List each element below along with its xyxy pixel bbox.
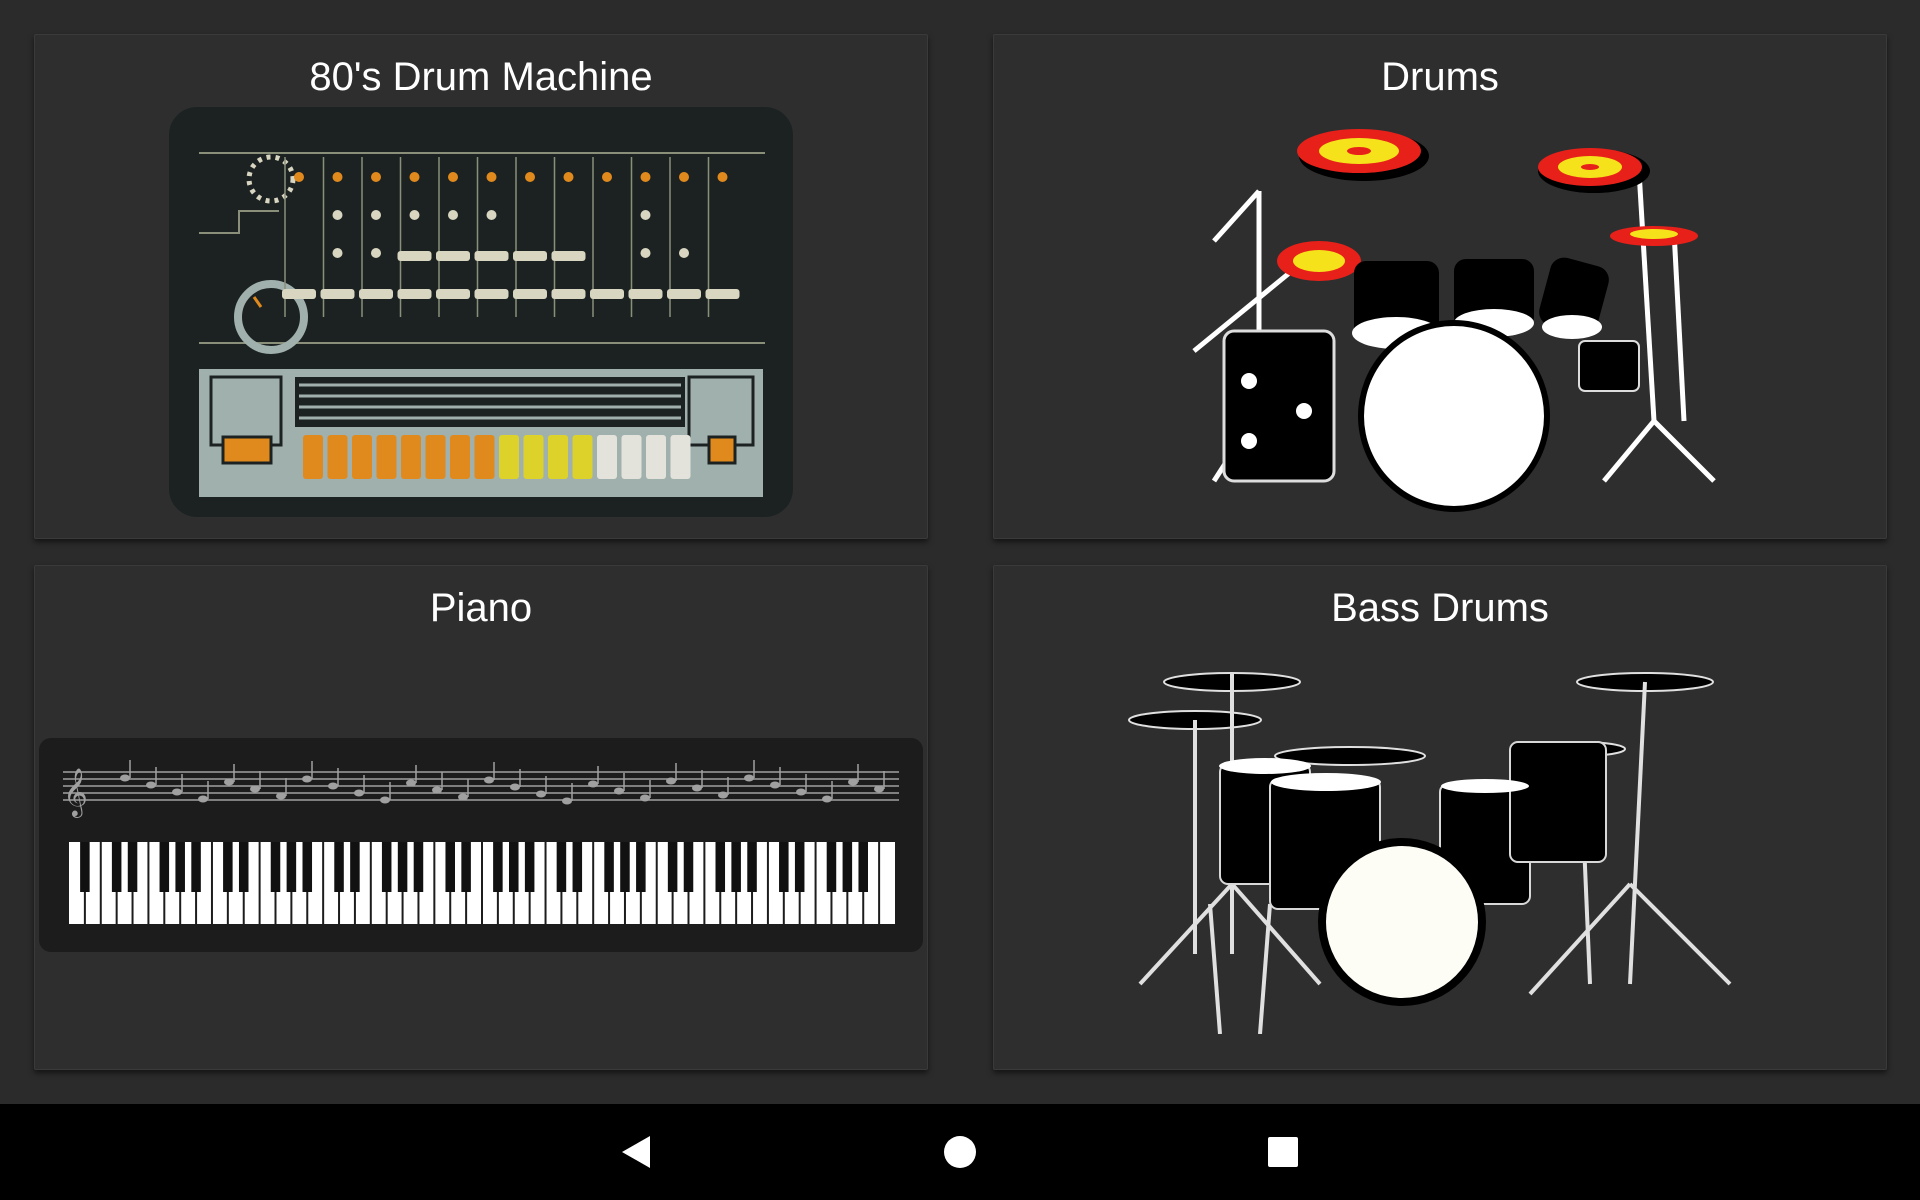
instrument-card-drum-machine[interactable]: 80's Drum Machine (34, 34, 928, 539)
instrument-title: Bass Drums (1331, 586, 1549, 630)
back-triangle-icon (622, 1136, 650, 1168)
instrument-title: Piano (429, 586, 533, 630)
recents-button[interactable] (1253, 1122, 1313, 1182)
system-navigation-bar (0, 1104, 1920, 1200)
back-button[interactable] (607, 1122, 667, 1182)
drum-kit-image (1192, 129, 1716, 512)
instrument-title: Drums (1381, 55, 1499, 99)
instrument-card-bass-drums[interactable]: Bass Drums (993, 565, 1887, 1070)
instrument-card-piano[interactable]: Piano 𝄞 (34, 565, 928, 1070)
home-circle-icon (944, 1136, 976, 1168)
instrument-card-drums[interactable]: Drums (993, 34, 1887, 539)
bass-drum-kit-image (1128, 672, 1732, 1034)
svg-text:𝄞: 𝄞 (63, 767, 88, 818)
home-button[interactable] (930, 1122, 990, 1182)
piano-image: 𝄞 (39, 738, 923, 952)
recents-square-icon (1268, 1137, 1298, 1167)
instrument-title: 80's Drum Machine (309, 55, 653, 99)
drum-machine-image (169, 107, 793, 517)
